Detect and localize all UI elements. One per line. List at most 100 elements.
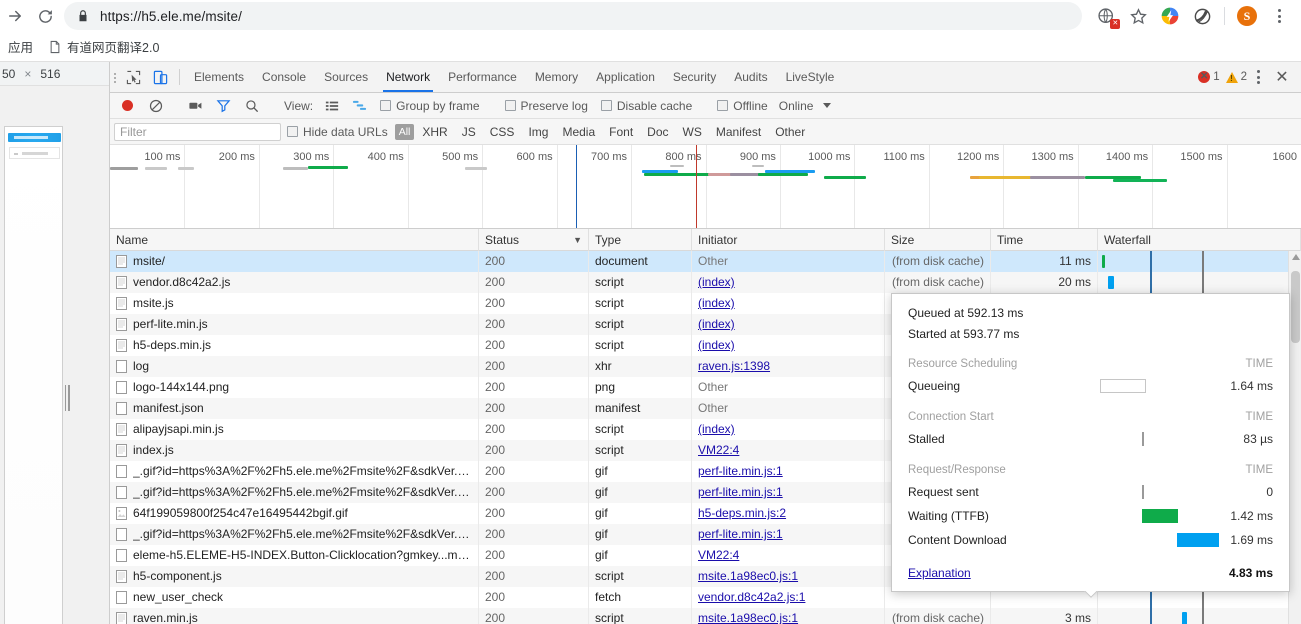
filter-type-ws[interactable]: WS [677, 124, 708, 140]
tab-security[interactable]: Security [664, 62, 725, 92]
search-icon[interactable] [238, 99, 265, 113]
tab-sources[interactable]: Sources [315, 62, 377, 92]
cell-initiator[interactable]: raven.js:1398 [692, 356, 885, 377]
network-overview-timeline[interactable]: 100 ms 200 ms 300 ms 400 ms 500 ms 600 ms 700 … [110, 145, 1301, 229]
column-header-initiator[interactable]: Initiator [692, 228, 885, 251]
tab-audits[interactable]: Audits [725, 62, 776, 92]
cell-initiator[interactable]: msite.1a98ec0.js:1 [692, 566, 885, 587]
waterfall-view-icon[interactable] [346, 98, 373, 113]
list-view-icon[interactable] [318, 99, 345, 113]
initiator-link[interactable]: h5-deps.min.js:2 [698, 506, 786, 520]
device-toolbar-icon[interactable] [147, 62, 174, 92]
colorful-extension-icon[interactable] [1156, 2, 1184, 30]
cell-initiator[interactable]: (index) [692, 419, 885, 440]
disable-cache-checkbox[interactable]: Disable cache [595, 99, 698, 113]
table-row[interactable]: raven.min.js 200 script msite.1a98ec0.js:1 (… [110, 608, 1301, 624]
translate-blocked-icon[interactable]: ✕ [1092, 2, 1120, 30]
initiator-link[interactable]: perf-lite.min.js:1 [698, 527, 783, 541]
checkbox[interactable] [600, 100, 612, 111]
device-height-value[interactable]: 516 [40, 67, 60, 81]
column-header-size[interactable]: Size [885, 228, 991, 251]
initiator-link[interactable]: perf-lite.min.js:1 [698, 485, 783, 499]
cell-initiator[interactable]: VM22:4 [692, 545, 885, 566]
column-header-status[interactable]: Status ▼ [479, 228, 589, 251]
devtools-drag-handle[interactable] [110, 62, 120, 92]
cell-initiator[interactable]: msite.1a98ec0.js:1 [692, 608, 885, 624]
cell-initiator[interactable]: perf-lite.min.js:1 [692, 482, 885, 503]
initiator-link[interactable]: (index) [698, 338, 735, 352]
back-arrow-icon[interactable] [0, 1, 30, 31]
explanation-link[interactable]: Explanation [908, 566, 971, 580]
filter-type-xhr[interactable]: XHR [416, 124, 453, 140]
warning-badge[interactable]: 2 [1225, 71, 1247, 83]
initiator-link[interactable]: raven.js:1398 [698, 359, 770, 373]
bookmark-apps[interactable]: 应用 [0, 35, 41, 59]
initiator-link[interactable]: (index) [698, 317, 735, 331]
reload-icon[interactable] [30, 1, 60, 31]
dark-extension-icon[interactable] [1188, 2, 1216, 30]
scrollbar-thumb[interactable] [1291, 271, 1300, 343]
initiator-link[interactable]: (index) [698, 296, 735, 310]
record-stop-icon[interactable] [114, 100, 141, 111]
star-icon[interactable] [1124, 2, 1152, 30]
cell-initiator[interactable]: perf-lite.min.js:1 [692, 524, 885, 545]
cell-initiator[interactable]: perf-lite.min.js:1 [692, 461, 885, 482]
initiator-link[interactable]: msite.1a98ec0.js:1 [698, 611, 798, 624]
tab-network[interactable]: Network [377, 62, 439, 92]
initiator-link[interactable]: vendor.d8c42a2.js:1 [698, 590, 805, 604]
initiator-link[interactable]: (index) [698, 422, 735, 436]
tab-performance[interactable]: Performance [439, 62, 526, 92]
group-by-frame-checkbox[interactable]: Group by frame [374, 99, 485, 113]
offline-checkbox[interactable]: Offline [711, 99, 773, 113]
column-header-type[interactable]: Type [589, 228, 692, 251]
checkbox[interactable] [287, 126, 298, 137]
tab-elements[interactable]: Elements [185, 62, 253, 92]
preserve-log-checkbox[interactable]: Preserve log [499, 99, 594, 113]
funnel-icon[interactable] [210, 98, 237, 113]
tab-memory[interactable]: Memory [526, 62, 587, 92]
cell-initiator[interactable]: (index) [692, 272, 885, 293]
cell-initiator[interactable]: VM22:4 [692, 440, 885, 461]
checkbox[interactable] [380, 100, 392, 111]
table-row[interactable]: vendor.d8c42a2.js 200 script (index) (from d… [110, 272, 1301, 293]
filter-type-all[interactable]: All [394, 123, 415, 140]
search-input[interactable] [114, 122, 281, 141]
table-row[interactable]: msite/200 document Other (from disk cache) 1… [110, 251, 1301, 272]
close-icon[interactable]: ✕ [1269, 67, 1295, 87]
camera-icon[interactable] [182, 98, 209, 113]
cell-initiator[interactable]: (index) [692, 335, 885, 356]
error-badge[interactable]: ✕ 1 [1198, 71, 1220, 83]
filter-type-js[interactable]: JS [456, 124, 482, 140]
filter-type-doc[interactable]: Doc [641, 124, 674, 140]
viewport-resize-handle[interactable] [63, 384, 71, 412]
initiator-link[interactable]: VM22:4 [698, 443, 739, 457]
initiator-link[interactable]: VM22:4 [698, 548, 739, 562]
tab-livestyle[interactable]: LiveStyle [777, 62, 844, 92]
address-bar[interactable]: https://h5.ele.me/msite/ [64, 2, 1082, 30]
bookmark-youdao[interactable]: 有道网页翻译2.0 [41, 35, 167, 59]
initiator-link[interactable]: msite.1a98ec0.js:1 [698, 569, 798, 583]
filter-type-css[interactable]: CSS [484, 124, 521, 140]
filter-type-other[interactable]: Other [769, 124, 811, 140]
throttling-dropdown[interactable]: Online [775, 99, 836, 113]
initiator-link[interactable]: perf-lite.min.js:1 [698, 464, 783, 478]
column-header-time[interactable]: Time [991, 228, 1098, 251]
tab-application[interactable]: Application [587, 62, 664, 92]
scroll-up-arrow[interactable] [1291, 254, 1300, 260]
cell-initiator[interactable]: vendor.d8c42a2.js:1 [692, 587, 885, 608]
hide-data-urls-checkbox[interactable]: Hide data URLs [281, 125, 394, 139]
avatar[interactable]: S [1233, 2, 1261, 30]
device-width-value[interactable]: 50 [2, 67, 15, 81]
filter-type-media[interactable]: Media [556, 124, 601, 140]
cell-initiator[interactable]: (index) [692, 314, 885, 335]
filter-type-manifest[interactable]: Manifest [710, 124, 767, 140]
mobile-viewport-preview[interactable] [4, 126, 63, 624]
checkbox[interactable] [717, 100, 729, 111]
checkbox[interactable] [504, 100, 516, 111]
column-header-name[interactable]: Name [110, 228, 479, 251]
filter-type-img[interactable]: Img [522, 124, 554, 140]
inspect-element-icon[interactable] [120, 62, 147, 92]
kebab-menu-icon[interactable] [1249, 70, 1267, 84]
initiator-link[interactable]: (index) [698, 275, 735, 289]
tab-console[interactable]: Console [253, 62, 315, 92]
